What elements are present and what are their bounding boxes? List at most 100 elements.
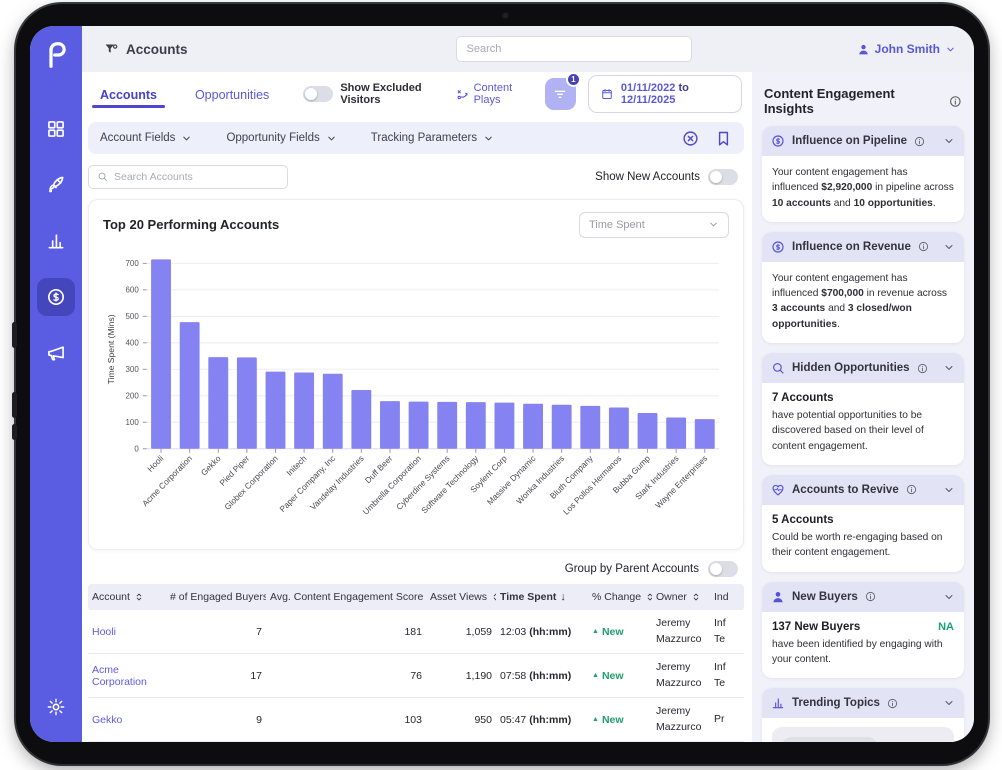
bar-umbrella-corporation[interactable] xyxy=(409,401,429,448)
nav-promotions[interactable] xyxy=(37,334,75,372)
bar-wonka-industries[interactable] xyxy=(552,405,572,449)
clear-filters-icon[interactable] xyxy=(682,130,699,147)
chevron-down-icon[interactable] xyxy=(943,484,955,496)
tab-accounts[interactable]: Accounts xyxy=(96,74,161,114)
bar-initech[interactable] xyxy=(294,372,314,448)
bar-hooli[interactable] xyxy=(151,259,171,448)
bar-vandelay-industries[interactable] xyxy=(351,390,371,449)
influence-on-pipeline-header[interactable]: Influence on Pipeline xyxy=(762,126,964,156)
column-header-time-spent[interactable]: Time Spent↓ xyxy=(496,591,588,603)
bar-software-technology[interactable] xyxy=(466,402,486,449)
bar-acme-corporation[interactable] xyxy=(180,322,200,449)
info-icon[interactable] xyxy=(887,698,898,709)
bar-los-pollos-hermanos[interactable] xyxy=(609,407,629,448)
trending-topics-header[interactable]: Trending Topics xyxy=(762,688,964,718)
x-tick-label: Wayne Enterprises xyxy=(653,453,709,510)
page-title: Accounts xyxy=(126,42,188,57)
settings-button[interactable] xyxy=(37,688,75,726)
sidebar xyxy=(30,26,82,742)
search-accounts-input[interactable] xyxy=(114,171,279,183)
date-range-picker[interactable]: 01/11/2022 to 12/11/2025 xyxy=(588,75,742,113)
bar-gekko[interactable] xyxy=(208,357,228,449)
column-header-owner[interactable]: Owner xyxy=(652,591,710,603)
change-badge: ▲New xyxy=(592,714,648,726)
card-title: Accounts to Revive xyxy=(792,484,899,496)
column-header-account[interactable]: Account xyxy=(88,591,166,603)
card-text: Could be worth re-engaging based on thei… xyxy=(772,530,954,561)
nav-campaigns[interactable] xyxy=(37,166,75,204)
insights-title: Content Engagement Insights xyxy=(764,86,943,116)
account-link[interactable]: Hooli xyxy=(92,626,116,638)
table-header: Account# of Engaged BuyersAvg. Content E… xyxy=(88,584,744,610)
chevron-down-icon[interactable] xyxy=(943,135,955,147)
grid-icon xyxy=(46,119,66,139)
column-header-avg-content-engagement-score[interactable]: Avg. Content Engagement Score xyxy=(266,591,426,603)
chevron-down-icon[interactable] xyxy=(943,241,955,253)
table-row: Acme Corporation17761,19007:58 (hh:mm)▲N… xyxy=(88,654,744,698)
bar-stark-industries[interactable] xyxy=(666,417,686,448)
group-by-parent-toggle[interactable] xyxy=(708,561,738,577)
heart-pulse-icon xyxy=(771,483,785,497)
bookmark-icon[interactable] xyxy=(715,130,732,147)
topbar: Accounts John Smith xyxy=(82,26,974,72)
column-header-asset-views[interactable]: Asset Views xyxy=(426,591,496,603)
opportunity-fields-dropdown[interactable]: Opportunity Fields xyxy=(226,132,336,144)
info-icon[interactable] xyxy=(906,484,917,495)
bar-bluth-company[interactable] xyxy=(580,406,600,449)
chevron-down-icon[interactable] xyxy=(943,591,955,603)
bar-massive-dynamic[interactable] xyxy=(523,404,543,449)
search-accounts-field[interactable] xyxy=(88,165,288,189)
user-menu[interactable]: John Smith xyxy=(857,42,956,56)
new-buyers-header[interactable]: New Buyers xyxy=(762,582,964,612)
date-range-text: 01/11/2022 to 12/11/2025 xyxy=(621,82,729,106)
chevron-down-icon xyxy=(708,219,719,230)
insight-card-influence-on-pipeline: Influence on PipelineYour content engage… xyxy=(762,126,964,222)
column-header-change[interactable]: % Change xyxy=(588,591,652,603)
chevron-down-icon[interactable] xyxy=(943,697,955,709)
hidden-opportunities-body: 7 Accountshave potential opportunities t… xyxy=(762,383,964,465)
info-icon[interactable] xyxy=(914,136,925,147)
bar-cyberdine-systems[interactable] xyxy=(437,402,457,449)
change-badge: ▲New xyxy=(592,626,648,638)
chart-bars-icon xyxy=(771,696,785,710)
tracking-parameters-dropdown[interactable]: Tracking Parameters xyxy=(371,132,494,144)
metric-select[interactable]: Time Spent xyxy=(579,212,729,238)
bar-globex-corporation[interactable] xyxy=(266,371,286,448)
column-header-of-engaged-buyers[interactable]: # of Engaged Buyers xyxy=(166,591,266,603)
svg-text:400: 400 xyxy=(126,338,140,347)
info-icon[interactable] xyxy=(918,241,929,252)
global-search-input[interactable] xyxy=(456,36,692,62)
info-icon[interactable] xyxy=(949,95,962,108)
bar-duff-beer[interactable] xyxy=(380,401,400,449)
account-fields-dropdown[interactable]: Account Fields xyxy=(100,132,192,144)
info-icon[interactable] xyxy=(917,363,928,374)
account-link[interactable]: Gekko xyxy=(92,714,122,726)
bar-pied-piper[interactable] xyxy=(237,357,257,448)
nav-analytics[interactable] xyxy=(37,222,75,260)
account-link[interactable]: Acme Corporation xyxy=(92,664,147,688)
app-window: Accounts John Smith Accounts Opportuniti… xyxy=(30,26,974,742)
hidden-opportunities-header[interactable]: Hidden Opportunities xyxy=(762,353,964,383)
show-new-accounts-toggle[interactable] xyxy=(708,169,738,185)
card-headline: 5 Accounts xyxy=(772,514,834,526)
content-plays-button[interactable]: Content Plays xyxy=(456,82,533,106)
bar-paper-company-inc[interactable] xyxy=(323,374,343,449)
influence-on-revenue-header[interactable]: Influence on Revenue xyxy=(762,232,964,262)
bar-soylent-corp[interactable] xyxy=(494,402,514,448)
filter-button[interactable]: 1 xyxy=(545,78,576,110)
nav-revenue[interactable] xyxy=(37,278,75,316)
bar-bubba-gump[interactable] xyxy=(638,413,658,449)
column-header-ind[interactable]: Ind xyxy=(710,591,732,603)
insight-card-influence-on-revenue: Influence on RevenueYour content engagem… xyxy=(762,232,964,343)
nav-dashboard[interactable] xyxy=(37,110,75,148)
tab-opportunities[interactable]: Opportunities xyxy=(191,74,273,114)
accounts-to-revive-header[interactable]: Accounts to Revive xyxy=(762,475,964,505)
insight-card-new-buyers: New Buyers137 New BuyersNAhave been iden… xyxy=(762,582,964,679)
topic-pill[interactable]: Mobile AppNA xyxy=(781,737,878,742)
bar-wayne-enterprises[interactable] xyxy=(695,419,715,449)
chevron-down-icon[interactable] xyxy=(943,362,955,374)
app-logo-icon[interactable] xyxy=(41,40,71,70)
gear-icon xyxy=(46,697,66,717)
info-icon[interactable] xyxy=(865,591,876,602)
show-excluded-visitors-toggle[interactable] xyxy=(303,86,333,102)
